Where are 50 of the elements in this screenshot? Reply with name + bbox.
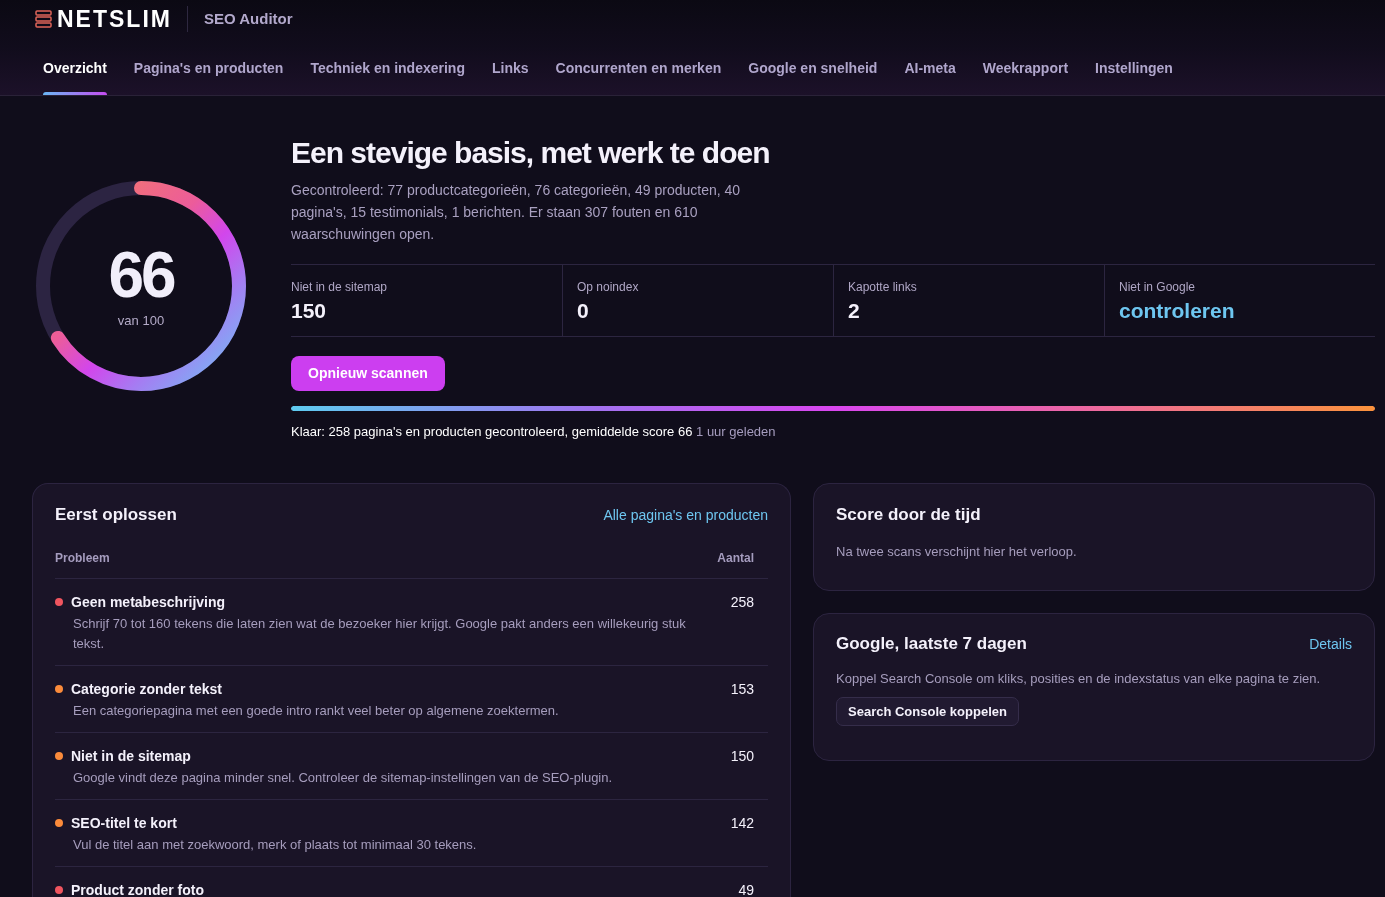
summary-heading: Een stevige basis, met werk te doen	[291, 136, 771, 170]
nav-tab[interactable]: Instellingen	[1095, 38, 1173, 95]
issue-description: Schrijf 70 tot 160 tekens die laten zien wat de bezoeker hier krijgt. Google pakt anders een willekeurig stuk tekst.	[73, 615, 687, 653]
card-title: Score door de tijd	[836, 504, 982, 526]
stat-label: Niet in Google	[1119, 279, 1197, 295]
issue-description: Vul de titel aan met zoekwoord, merk of plaats tot minimaal 30 tekens.	[73, 836, 478, 854]
issue-title: Product zonder foto	[71, 881, 204, 897]
nav-tab[interactable]: Google en snelheid	[748, 38, 878, 95]
stat-value: 0	[577, 298, 590, 324]
issue-count: 153	[730, 680, 754, 699]
stat-label: Niet in de sitemap	[291, 279, 389, 295]
details-link[interactable]: Details	[1309, 633, 1352, 655]
nav-tab[interactable]: Overzicht	[43, 38, 107, 95]
issue-description: Google vindt deze pagina minder snel. Controleer de sitemap-instellingen van de SEO-plugin.	[73, 769, 614, 787]
product-name: SEO Auditor	[203, 8, 293, 29]
scan-status: Klaar: 258 pagina's en producten gecontroleerd, gemiddelde score 66 1 uur geleden	[291, 423, 777, 441]
all-pages-link[interactable]: Alle pagina's en producten	[603, 504, 768, 526]
issue-title: Categorie zonder tekst	[71, 680, 222, 699]
score-value: 66	[108, 245, 174, 306]
stat-link[interactable]: controleren	[1119, 297, 1375, 324]
issue-title: Geen metabeschrijving	[71, 593, 226, 612]
nav-tab[interactable]: Concurrenten en merken	[555, 38, 722, 95]
column-header: Aantal	[717, 550, 754, 566]
nav-tab[interactable]: Weekrapport	[982, 38, 1069, 95]
card-title: Google, laatste 7 dagen	[836, 633, 1027, 655]
brand-logo-text: NETSLIM	[57, 7, 172, 31]
issue-title: Niet in de sitemap	[71, 747, 191, 766]
connect-search-console-button[interactable]: Search Console koppelen	[836, 697, 1019, 726]
stat-value: 150	[291, 298, 328, 324]
card-text: Na twee scans verschijnt hier het verloop.	[836, 543, 1078, 561]
nav-tab[interactable]: Links	[491, 38, 529, 95]
stat-label: Op noindex	[577, 279, 640, 295]
issue-description: Een categoriepagina met een goede intro rankt veel beter op algemene zoektermen.	[73, 702, 560, 720]
nav-tab[interactable]: AI-meta	[904, 38, 956, 95]
score-caption: van 100	[117, 312, 165, 331]
issue-count: 49	[738, 881, 754, 897]
summary-description: Gecontroleerd: 77 productcategorieën, 76 categorieën, 49 producten, 40 pagina's, 15 testimonials, 1 berichten. Er staan 307 fouten en 610 waarschuwingen open.	[291, 181, 742, 244]
card-title: Eerst oplossen	[55, 504, 177, 526]
issue-count: 258	[730, 593, 754, 612]
nav-tab[interactable]: Techniek en indexering	[310, 38, 465, 95]
rescan-button[interactable]: Opnieuw scannen	[291, 356, 445, 391]
issue-count: 142	[730, 814, 754, 833]
server-stack-icon	[35, 10, 52, 28]
stat-value: 2	[848, 298, 861, 324]
stat-label: Kapotte links	[848, 279, 918, 295]
column-header: Probleem	[55, 550, 110, 566]
card-text: Koppel Search Console om kliks, posities en de indexstatus van elke pagina te zien.	[836, 670, 1322, 688]
nav-tab[interactable]: Pagina's en producten	[133, 38, 284, 95]
issue-title: SEO-titel te kort	[71, 814, 177, 833]
issue-count: 150	[730, 747, 754, 766]
